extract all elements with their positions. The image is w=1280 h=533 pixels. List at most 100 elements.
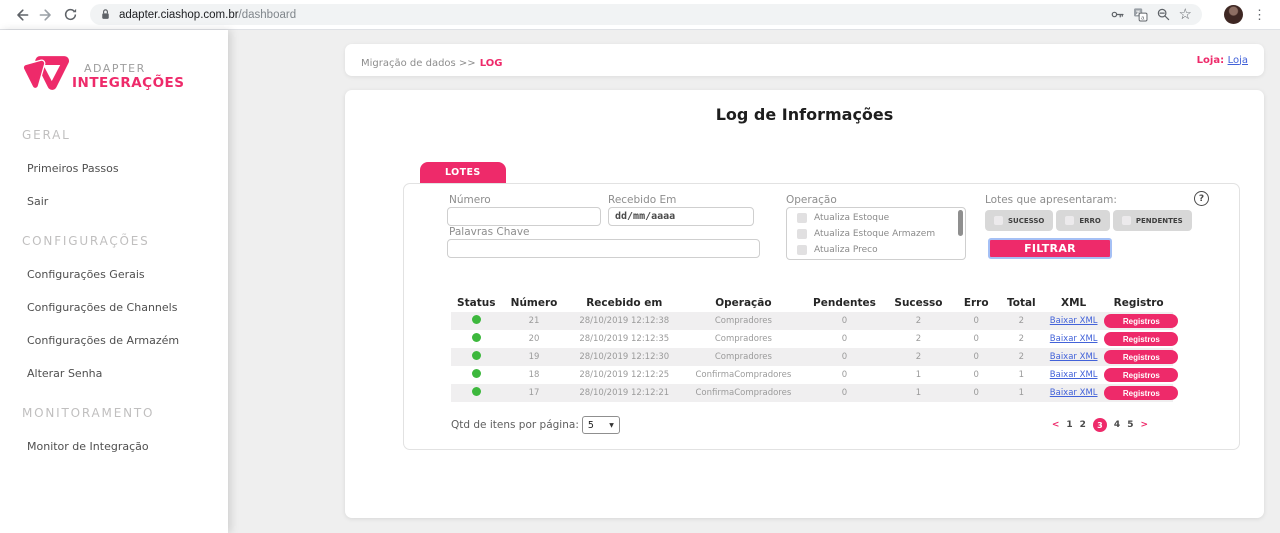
col-pendentes: Pendentes bbox=[805, 297, 884, 309]
operacao-option[interactable]: Atualiza Preco bbox=[787, 240, 965, 256]
table-row: 21 28/10/2019 12:12:38 Compradores 0 2 0… bbox=[451, 312, 1173, 330]
status-toggles: SUCESSO ERRO PENDENTES bbox=[985, 210, 1192, 231]
numero-input[interactable] bbox=[447, 207, 601, 226]
sidebar-item-configuracoes-channels[interactable]: Configurações de Channels bbox=[27, 301, 228, 314]
app-root: ADAPTER INTEGRAÇÕES GERAL Primeiros Pass… bbox=[0, 30, 1280, 533]
pagination-page-5[interactable]: 5 bbox=[1127, 420, 1133, 430]
pagination-page-4[interactable]: 4 bbox=[1114, 420, 1120, 430]
breadcrumb-bar: Migração de dados >>LOG Loja: Loja bbox=[345, 44, 1264, 76]
baixar-xml-link[interactable]: Baixar XML bbox=[1050, 352, 1098, 362]
numero-label: Número bbox=[449, 194, 491, 206]
pagination-page-3-active[interactable]: 3 bbox=[1093, 418, 1107, 432]
back-icon[interactable] bbox=[10, 3, 34, 27]
checkbox-sucesso[interactable] bbox=[994, 216, 1003, 225]
app-logo: ADAPTER INTEGRAÇÕES bbox=[18, 50, 228, 102]
col-xml: XML bbox=[1043, 297, 1104, 309]
col-sucesso: Sucesso bbox=[884, 297, 953, 309]
status-green-icon bbox=[472, 351, 481, 360]
toggle-pendentes[interactable]: PENDENTES bbox=[1113, 210, 1192, 231]
help-icon[interactable]: ? bbox=[1194, 191, 1209, 206]
sidebar-item-primeiros-passos[interactable]: Primeiros Passos bbox=[27, 162, 228, 175]
filtrar-button[interactable]: FILTRAR bbox=[988, 238, 1112, 259]
checkbox-atualiza-estoque[interactable] bbox=[797, 213, 807, 223]
status-green-icon bbox=[472, 369, 481, 378]
baixar-xml-link[interactable]: Baixar XML bbox=[1050, 388, 1098, 398]
table-row: 18 28/10/2019 12:12:25 ConfirmaComprador… bbox=[451, 366, 1173, 384]
pagination-prev[interactable]: < bbox=[1052, 420, 1060, 430]
section-title-configuracoes: CONFIGURAÇÕES bbox=[22, 234, 228, 248]
tab-lotes[interactable]: LOTES bbox=[420, 162, 506, 183]
sidebar-item-configuracoes-armazem[interactable]: Configurações de Armazém bbox=[27, 334, 228, 347]
status-green-icon bbox=[472, 315, 481, 324]
lock-icon bbox=[100, 8, 111, 21]
operacao-listbox[interactable]: Atualiza Estoque Atualiza Estoque Armaze… bbox=[786, 207, 966, 260]
sidebar-item-alterar-senha[interactable]: Alterar Senha bbox=[27, 367, 228, 380]
page-title: Log de Informações bbox=[345, 105, 1264, 124]
checkbox-atualiza-estoque-armazem[interactable] bbox=[797, 229, 807, 239]
operacao-option[interactable]: Atualiza Estoque bbox=[787, 208, 965, 224]
lotes-apresentaram-label: Lotes que apresentaram: bbox=[985, 194, 1117, 206]
sidebar-nav: GERAL Primeiros Passos Sair CONFIGURAÇÕE… bbox=[0, 128, 228, 453]
items-per-page-select[interactable]: 5 ▼ bbox=[582, 416, 620, 434]
breadcrumb-current: LOG bbox=[480, 58, 503, 69]
checkbox-atualiza-preco[interactable] bbox=[797, 245, 807, 255]
pagination-page-2[interactable]: 2 bbox=[1080, 420, 1086, 430]
table-row: 20 28/10/2019 12:12:35 Compradores 0 2 0… bbox=[451, 330, 1173, 348]
operacao-label: Operação bbox=[786, 194, 837, 206]
chevron-down-icon: ▼ bbox=[609, 422, 614, 429]
zoom-out-icon[interactable] bbox=[1156, 7, 1171, 22]
sidebar-item-sair[interactable]: Sair bbox=[27, 195, 228, 208]
checkbox-erro[interactable] bbox=[1065, 216, 1074, 225]
pagination-next[interactable]: > bbox=[1140, 420, 1148, 430]
items-per-page: Qtd de itens por página: 5 ▼ bbox=[451, 416, 620, 434]
pagination: < 1 2 3 4 5 > bbox=[1052, 418, 1148, 432]
password-key-icon[interactable] bbox=[1110, 7, 1125, 22]
table-row: 17 28/10/2019 12:12:21 ConfirmaComprador… bbox=[451, 384, 1173, 402]
table-header-row: Status Número Recebido em Operação Pende… bbox=[451, 294, 1173, 312]
status-green-icon bbox=[472, 387, 481, 396]
table-footer: Qtd de itens por página: 5 ▼ < 1 2 3 4 5… bbox=[451, 414, 1148, 436]
profile-avatar[interactable] bbox=[1224, 5, 1243, 24]
scrollbar-thumb[interactable] bbox=[958, 210, 963, 236]
palavras-chave-label: Palavras Chave bbox=[449, 226, 530, 238]
filter-panel: ? Número Recebido Em Palavras Chave Oper… bbox=[403, 183, 1240, 450]
registros-button[interactable]: Registros bbox=[1104, 332, 1178, 346]
translate-icon[interactable]: a bbox=[1133, 7, 1148, 22]
registros-button[interactable]: Registros bbox=[1104, 386, 1178, 400]
pagination-page-1[interactable]: 1 bbox=[1066, 420, 1072, 430]
sidebar-item-monitor-integracao[interactable]: Monitor de Integração bbox=[27, 440, 228, 453]
forward-icon[interactable] bbox=[34, 3, 58, 27]
toggle-sucesso[interactable]: SUCESSO bbox=[985, 210, 1053, 231]
adapter-logo-icon bbox=[18, 50, 72, 102]
logo-line1: ADAPTER bbox=[84, 62, 185, 75]
toggle-erro[interactable]: ERRO bbox=[1056, 210, 1110, 231]
registros-button[interactable]: Registros bbox=[1104, 350, 1178, 364]
status-green-icon bbox=[472, 333, 481, 342]
reload-icon[interactable] bbox=[58, 3, 82, 27]
col-status: Status bbox=[451, 297, 502, 309]
url-bar[interactable]: adapter.ciashop.com.br/dashboard a ☆ bbox=[90, 4, 1202, 25]
col-registro: Registro bbox=[1104, 297, 1173, 309]
section-title-geral: GERAL bbox=[22, 128, 228, 142]
sidebar: ADAPTER INTEGRAÇÕES GERAL Primeiros Pass… bbox=[0, 30, 228, 533]
url-text: adapter.ciashop.com.br/dashboard bbox=[119, 9, 296, 21]
main-card: Log de Informações LOTES ? Número Recebi… bbox=[345, 90, 1264, 518]
operacao-option[interactable]: Atualiza Estoque Armazem bbox=[787, 224, 965, 240]
bookmark-star-icon[interactable]: ☆ bbox=[1179, 7, 1192, 22]
store-link[interactable]: Loja bbox=[1228, 55, 1248, 66]
baixar-xml-link[interactable]: Baixar XML bbox=[1050, 370, 1098, 380]
chrome-menu-icon[interactable]: ⋮ bbox=[1249, 8, 1270, 21]
breadcrumb: Migração de dados >>LOG bbox=[361, 51, 502, 70]
registros-button[interactable]: Registros bbox=[1104, 314, 1178, 328]
col-total: Total bbox=[1000, 297, 1043, 309]
browser-chrome: adapter.ciashop.com.br/dashboard a ☆ ⋮ bbox=[0, 0, 1280, 30]
registros-button[interactable]: Registros bbox=[1104, 368, 1178, 382]
palavras-chave-input[interactable] bbox=[447, 239, 760, 258]
store-selector: Loja: Loja bbox=[1197, 55, 1248, 66]
checkbox-pendentes[interactable] bbox=[1122, 216, 1131, 225]
baixar-xml-link[interactable]: Baixar XML bbox=[1050, 316, 1098, 326]
col-operacao: Operação bbox=[682, 297, 805, 309]
baixar-xml-link[interactable]: Baixar XML bbox=[1050, 334, 1098, 344]
recebido-date-input[interactable] bbox=[608, 207, 754, 226]
sidebar-item-configuracoes-gerais[interactable]: Configurações Gerais bbox=[27, 268, 228, 281]
